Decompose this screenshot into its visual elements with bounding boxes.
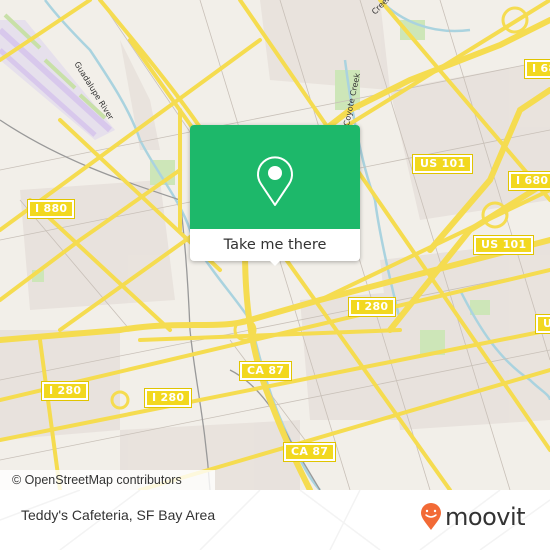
footer-bar: Teddy's Cafeteria, SF Bay Area moovit bbox=[0, 490, 550, 550]
popup-pointer bbox=[268, 259, 282, 266]
location-popup[interactable]: Take me there bbox=[190, 125, 360, 266]
take-me-there-button[interactable]: Take me there bbox=[190, 229, 360, 261]
highway-shield-us101: US 101 bbox=[411, 154, 474, 174]
highway-shield-i880: I 880 bbox=[26, 199, 76, 219]
highway-shield-i680: I 680 bbox=[507, 171, 550, 191]
place-name: Teddy's Cafeteria, SF Bay Area bbox=[21, 507, 216, 523]
map-pin-icon bbox=[257, 156, 293, 206]
brand-name: moovit bbox=[445, 503, 526, 531]
highway-shield-ca87: CA 87 bbox=[282, 442, 337, 462]
highway-shield-ca87: CA 87 bbox=[238, 361, 293, 381]
map-attribution[interactable]: © OpenStreetMap contributors bbox=[0, 470, 215, 490]
highway-shield-us101: US 101 bbox=[534, 314, 550, 334]
map-canvas[interactable]: Guadalupe River Coyote Creek Creek I 880… bbox=[0, 0, 550, 490]
highway-shield-us101: US 101 bbox=[472, 235, 535, 255]
highway-shield-i680: I 68 bbox=[523, 59, 550, 79]
highway-shield-i280: I 280 bbox=[40, 381, 90, 401]
highway-shield-i280: I 280 bbox=[347, 297, 397, 317]
highway-shield-i280: I 280 bbox=[143, 388, 193, 408]
moovit-pin-icon bbox=[421, 503, 441, 530]
popup-header[interactable] bbox=[190, 125, 360, 229]
moovit-logo[interactable]: moovit bbox=[420, 502, 526, 532]
map-widget: Guadalupe River Coyote Creek Creek I 880… bbox=[0, 0, 550, 550]
